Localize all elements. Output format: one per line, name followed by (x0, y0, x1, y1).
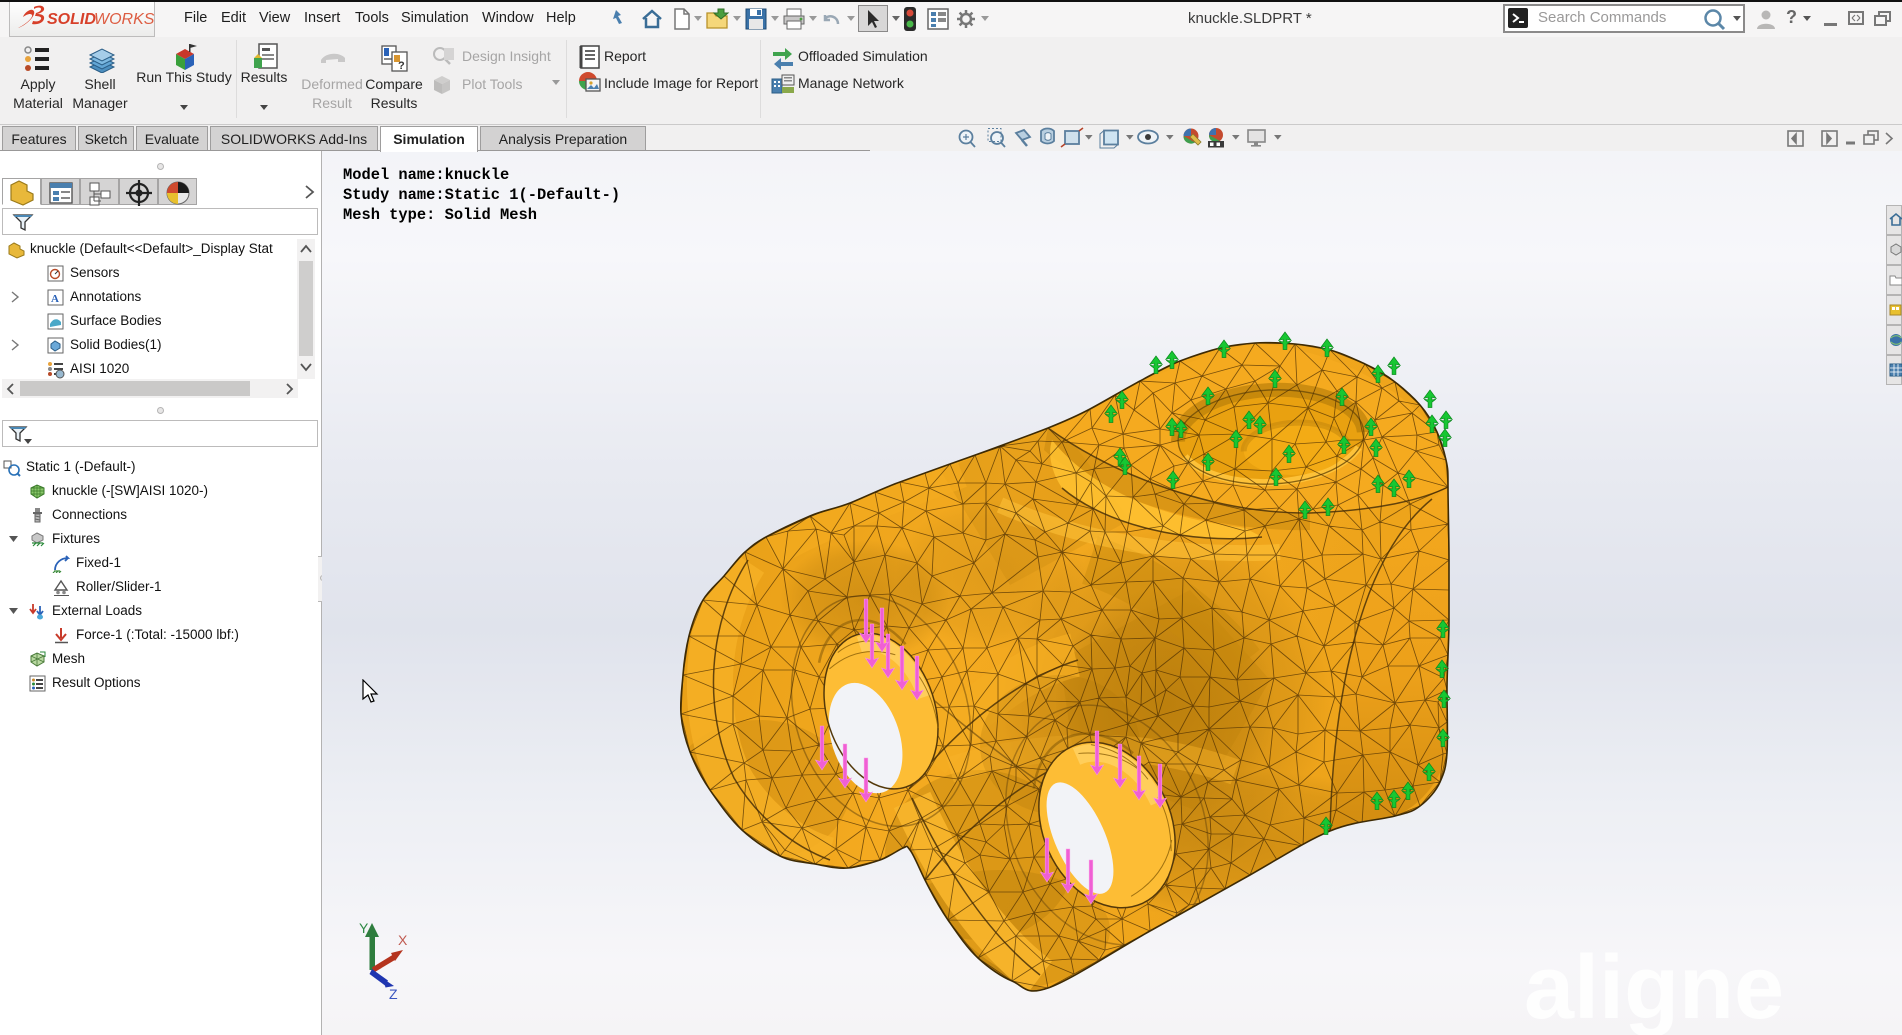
svg-text:A: A (51, 293, 59, 305)
svg-text:X: X (398, 932, 408, 948)
svg-text:?: ? (398, 60, 405, 72)
svg-text:Z: Z (389, 986, 398, 1002)
